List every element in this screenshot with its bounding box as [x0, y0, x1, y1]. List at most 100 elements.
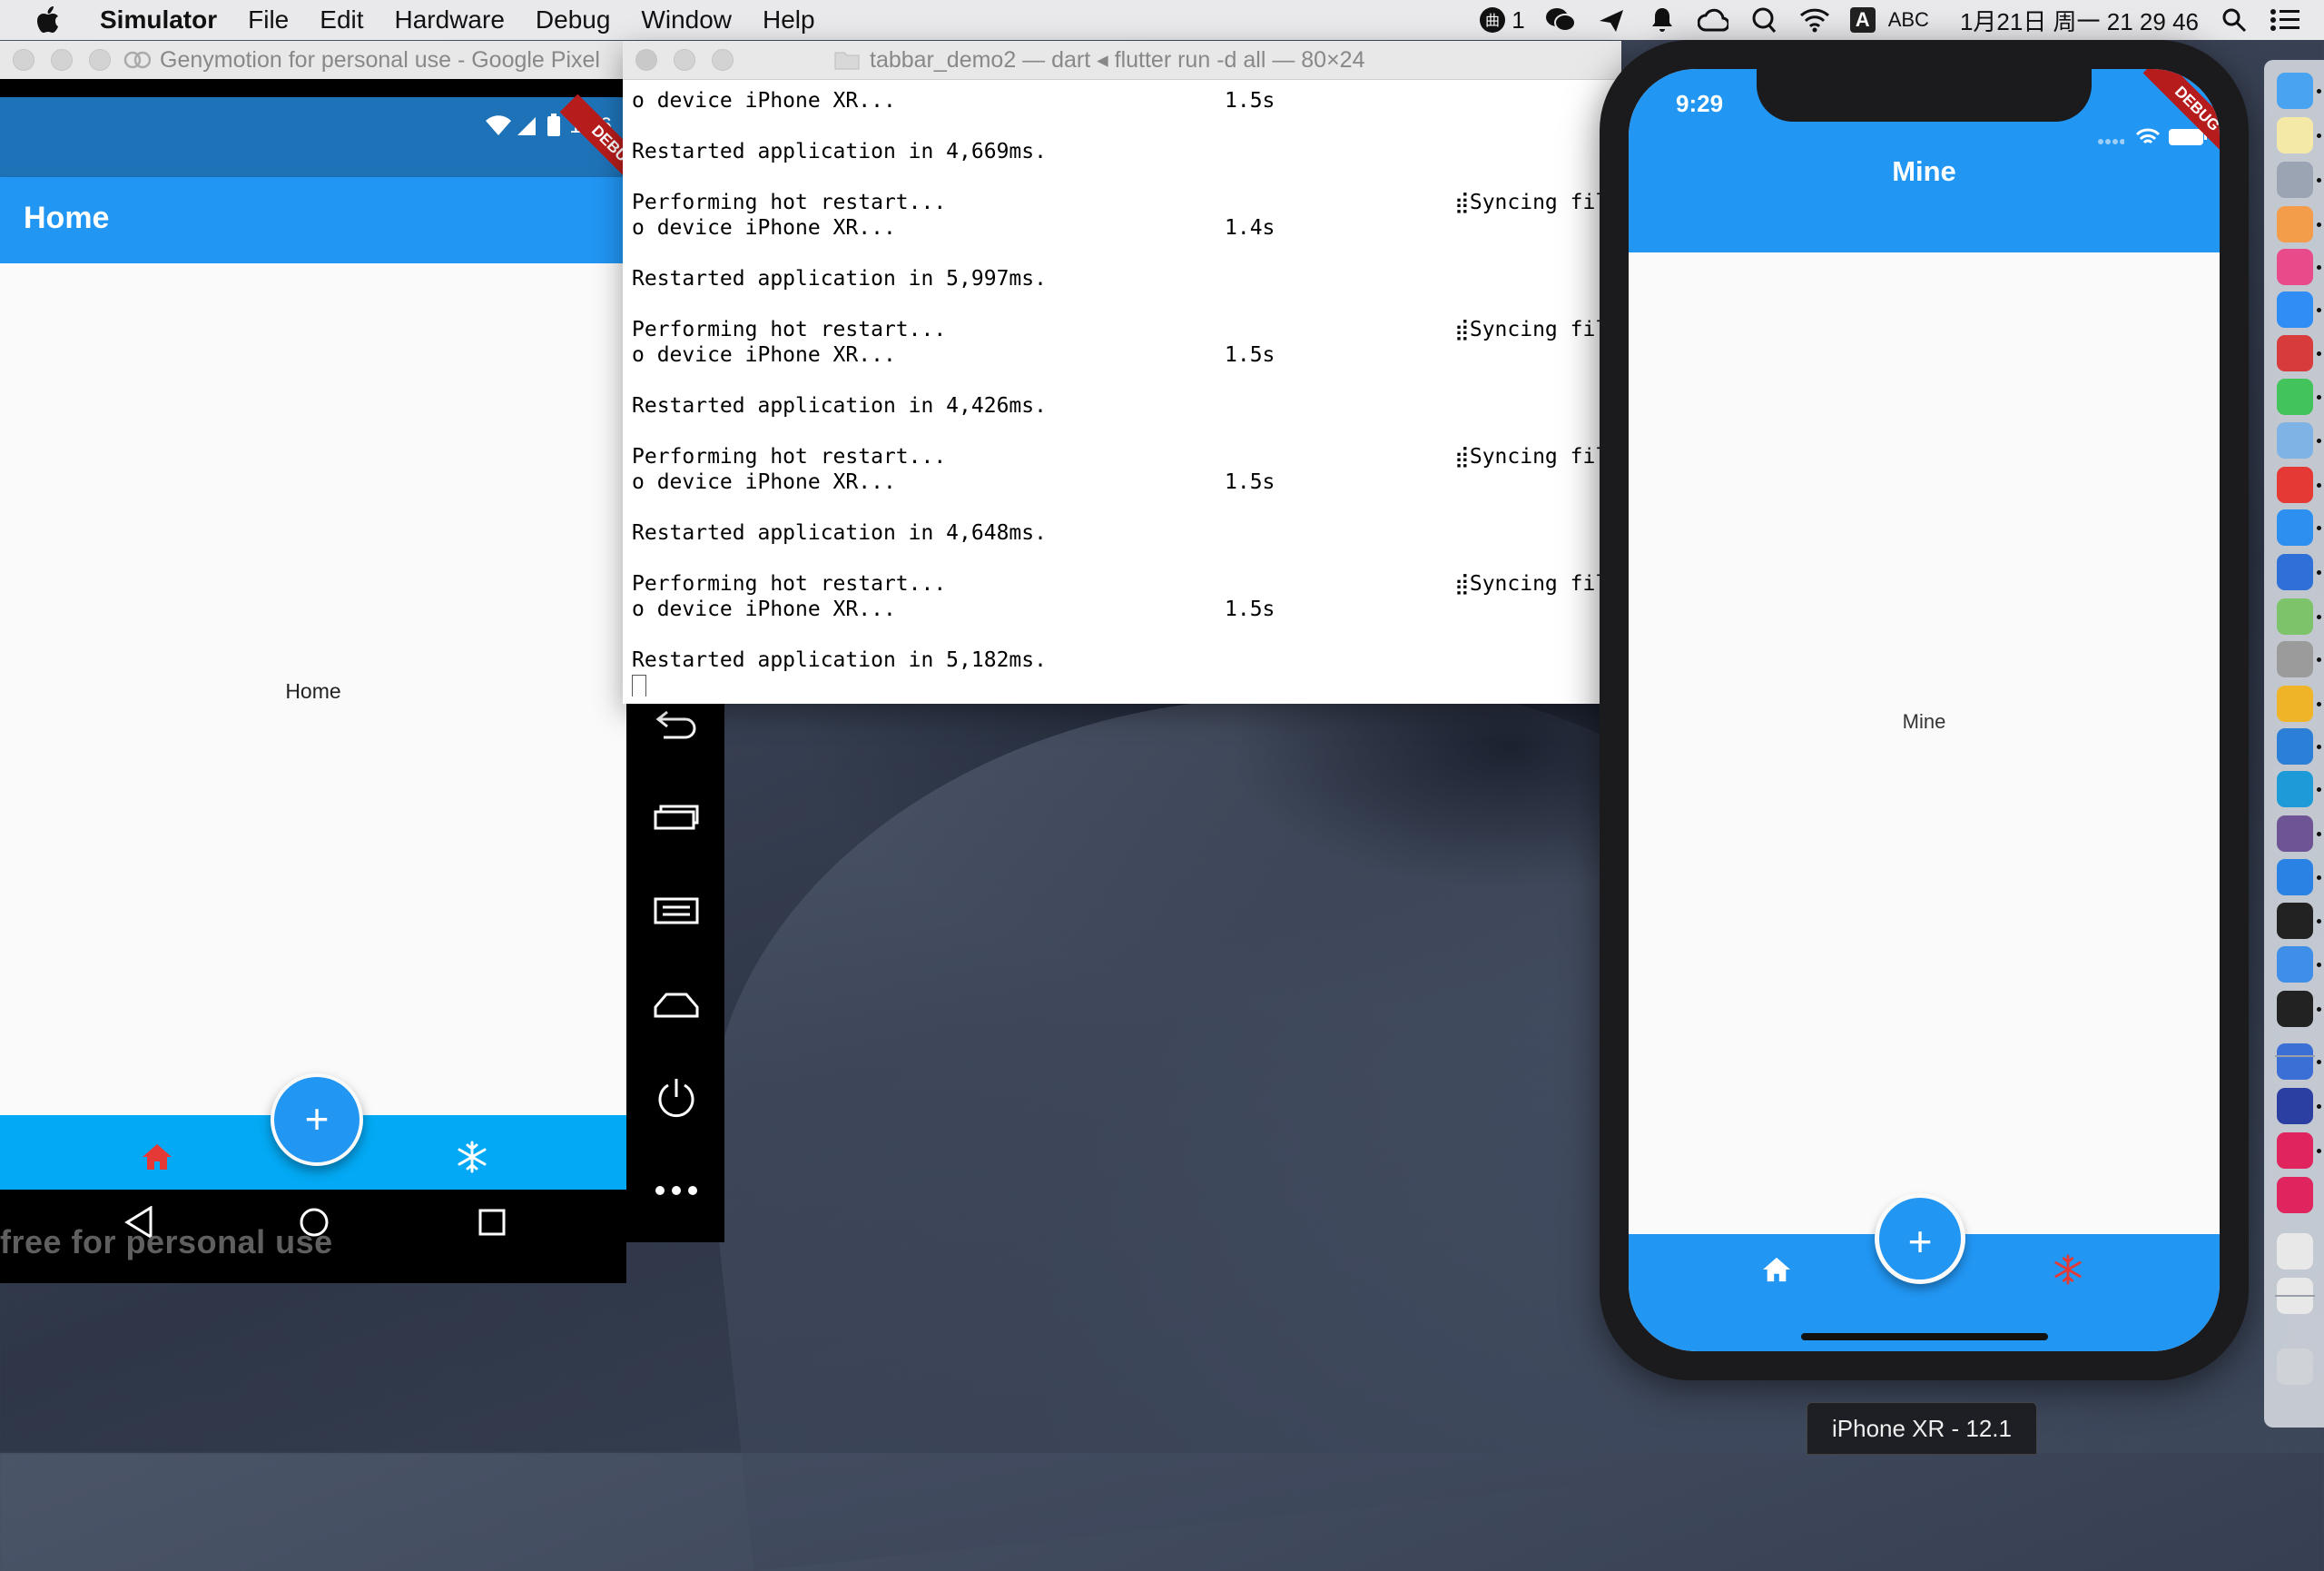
running-indicator — [2317, 701, 2321, 706]
menu-hardware[interactable]: Hardware — [395, 5, 505, 35]
airmail-icon[interactable] — [1596, 6, 1627, 34]
menu-help[interactable]: Help — [763, 5, 815, 35]
webstorm-icon[interactable] — [2277, 771, 2313, 808]
menu-app-simulator[interactable]: Simulator — [100, 5, 217, 35]
qq-menu-icon[interactable] — [1748, 6, 1779, 34]
terminal-line: Performing hot restart... ⣾Syncing fil — [632, 190, 1612, 215]
power-button[interactable] — [654, 1075, 699, 1121]
close-button[interactable] — [635, 49, 657, 71]
terminal-cursor — [632, 674, 646, 697]
spotlight-icon[interactable] — [2219, 6, 2250, 34]
menu-debug[interactable]: Debug — [536, 5, 611, 35]
iphone-screen[interactable]: 9:29 DEBUG Mine Mine + — [1629, 69, 2220, 1351]
menu-edit[interactable]: Edit — [320, 5, 363, 35]
home-button[interactable] — [654, 983, 699, 1028]
terminal-text: Performing hot restart... — [632, 572, 947, 596]
wifi-icon — [486, 115, 511, 135]
dock-separator — [2275, 1295, 2315, 1297]
genymotion-titlebar[interactable]: Genymotion for personal use - Google Pix… — [0, 41, 626, 80]
terminal-line: Restarted application in 5,997ms. — [632, 266, 1612, 291]
quicktime-icon[interactable] — [2277, 1088, 2313, 1125]
recent-apps-button[interactable] — [654, 794, 699, 839]
youdao-icon[interactable] — [2277, 466, 2313, 503]
qq-icon[interactable] — [2277, 903, 2313, 940]
snowflake-tab-icon[interactable] — [2053, 1254, 2083, 1285]
android-studio-icon[interactable] — [2277, 598, 2313, 635]
device-top-edge — [0, 79, 626, 97]
android-page-body: Home — [0, 263, 626, 1115]
simulator-icon[interactable] — [2277, 1043, 2313, 1081]
terminal-text: o device iPhone XR... — [632, 343, 896, 367]
photos-icon[interactable] — [2277, 205, 2313, 242]
snowflake-tab-icon[interactable] — [456, 1141, 488, 1173]
running-indicator — [2317, 133, 2321, 138]
preview-icon[interactable] — [2277, 421, 2313, 459]
running-indicator — [2317, 308, 2321, 313]
menu-button[interactable] — [654, 888, 699, 934]
trash-icon[interactable] — [2277, 1349, 2313, 1386]
genymotion-icon[interactable] — [2277, 1132, 2313, 1170]
menu-window[interactable]: Window — [641, 5, 732, 35]
terminal-line: o device iPhone XR... 1.5s — [632, 469, 1612, 495]
github-icon[interactable] — [2277, 815, 2313, 853]
wifi-icon[interactable] — [1799, 6, 1830, 34]
clock[interactable]: 1月21日 周一 21 29 46 — [1960, 4, 2199, 37]
genymotion-player-icon[interactable] — [2277, 1176, 2313, 1213]
running-indicator — [2317, 438, 2321, 443]
creative-cloud-icon[interactable] — [1697, 6, 1728, 34]
apple-icon[interactable] — [36, 6, 60, 34]
itunes-icon[interactable] — [2277, 248, 2313, 285]
zoom-button[interactable] — [712, 49, 734, 71]
launchpad-icon[interactable] — [2277, 161, 2313, 198]
terminal-icon[interactable] — [2277, 990, 2313, 1027]
notification-center-icon[interactable] — [2270, 6, 2300, 34]
terminal-titlebar[interactable]: tabbar_demo2 — dart ◂ flutter run -d all… — [623, 41, 1621, 80]
chrome-icon[interactable] — [2277, 685, 2313, 722]
home-tab-icon[interactable] — [141, 1142, 173, 1171]
add-fab-button[interactable]: + — [1875, 1193, 1965, 1284]
terminal-output[interactable]: o device iPhone XR... 1.5s Restarted appli… — [632, 88, 1612, 697]
wechat-icon[interactable] — [2277, 379, 2313, 416]
maps-icon[interactable] — [2277, 858, 2313, 895]
terminal-line: o device iPhone XR... 1.5s — [632, 88, 1612, 114]
dictionary-menu-icon[interactable]: 曲 — [1477, 6, 1508, 34]
terminal-text: Performing hot restart... — [632, 191, 947, 214]
recents-icon[interactable] — [478, 1208, 507, 1237]
appstore-icon[interactable] — [2277, 291, 2313, 329]
menu-bar: Simulator File Edit Hardware Debug Windo… — [0, 0, 2324, 40]
home-indicator[interactable] — [1801, 1333, 2048, 1340]
bell-icon[interactable] — [1647, 6, 1678, 34]
back-button[interactable] — [654, 701, 699, 746]
xcode-icon[interactable] — [2277, 945, 2313, 983]
system-prefs-icon[interactable] — [2277, 640, 2313, 677]
running-indicator — [2317, 787, 2321, 793]
notes-icon[interactable] — [2277, 116, 2313, 153]
markdown-icon[interactable] — [2277, 553, 2313, 590]
genymotion-icon — [123, 51, 151, 69]
ios-wifi-icon — [2135, 128, 2161, 144]
zoom-button[interactable] — [89, 49, 111, 71]
home-tab-icon[interactable] — [1761, 1256, 1792, 1283]
more-button[interactable] — [654, 1168, 699, 1213]
notif-count: 1 — [1512, 5, 1525, 34]
minimize-button[interactable] — [674, 49, 695, 71]
finder-icon[interactable] — [2277, 73, 2313, 109]
terminal-title: tabbar_demo2 — dart ◂ flutter run -d all… — [870, 47, 1365, 73]
running-indicator — [2317, 874, 2321, 880]
running-indicator — [2317, 962, 2321, 967]
page-body-text: Mine — [1902, 710, 1946, 733]
menu-file[interactable]: File — [248, 5, 289, 35]
android-app-bar: Home — [0, 177, 626, 263]
minimize-button[interactable] — [51, 49, 73, 71]
safari-icon[interactable] — [2277, 509, 2313, 546]
close-button[interactable] — [13, 49, 34, 71]
wechat-menu-icon[interactable] — [1545, 6, 1576, 34]
input-source-icon[interactable]: A — [1849, 7, 1876, 33]
terminal-text: ⣾Syncing fil — [1454, 445, 1609, 469]
downloads-icon[interactable] — [2277, 1232, 2313, 1270]
dictionary-icon[interactable] — [2277, 334, 2313, 371]
watermark: free for personal use — [0, 1223, 333, 1260]
add-fab-button[interactable]: + — [271, 1073, 363, 1166]
vscode-icon[interactable] — [2277, 728, 2313, 766]
